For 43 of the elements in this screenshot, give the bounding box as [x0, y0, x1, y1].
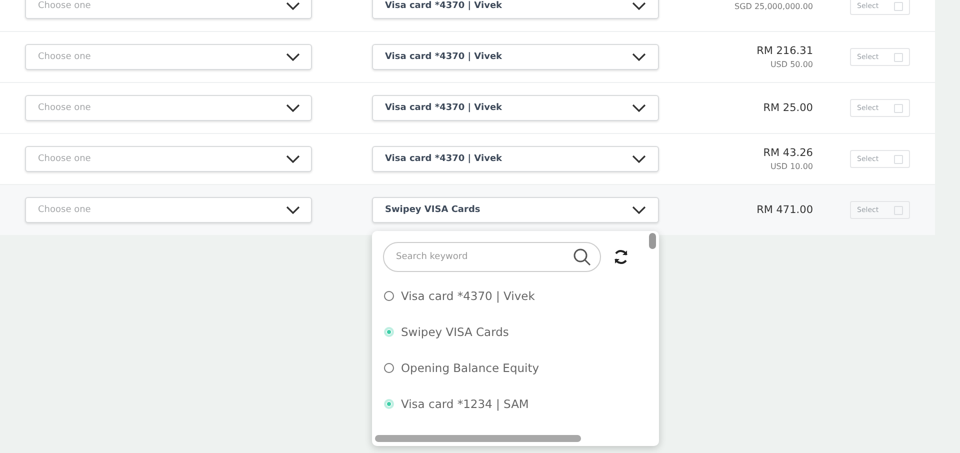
refresh-icon[interactable] [613, 249, 629, 265]
dropdown-option[interactable]: Opening Balance Equity [372, 350, 659, 386]
account-dropdown[interactable]: Choose one [25, 44, 312, 70]
chevron-down-icon [286, 104, 300, 112]
search-icon [573, 248, 591, 266]
payment-dropdown[interactable]: Visa card *4370 | Vivek [372, 146, 659, 172]
account-dropdown[interactable]: Choose one [25, 146, 312, 172]
chevron-down-icon [632, 155, 646, 163]
dropdown-option[interactable]: Swipey VISA Cards [372, 314, 659, 350]
chevron-down-icon [286, 53, 300, 61]
checkbox[interactable] [894, 104, 903, 112]
chevron-down-icon [632, 104, 646, 112]
chevron-down-icon [286, 2, 300, 10]
checkbox[interactable] [894, 154, 903, 164]
foreign-amount-text: USD 10.00 [770, 162, 813, 171]
chevron-down-icon [286, 155, 300, 163]
account-dropdown[interactable]: Choose one [25, 0, 312, 19]
chevron-down-icon [632, 53, 646, 61]
amount-text: RM 216.31 [756, 45, 813, 57]
payment-dropdown[interactable]: Visa card *4370 | Vivek [372, 95, 659, 121]
scrollbar[interactable] [649, 233, 656, 249]
chevron-down-icon [632, 206, 646, 214]
account-dropdown[interactable]: Choose one [25, 95, 312, 121]
checkbox[interactable] [894, 206, 903, 214]
radio-button[interactable] [384, 291, 394, 301]
foreign-amount-text: SGD 25,000,000.00 [734, 2, 813, 10]
checkbox[interactable] [894, 52, 903, 62]
scrollbar[interactable] [375, 435, 581, 442]
payment-dropdown[interactable]: Swipey VISA Cards [372, 197, 659, 223]
search-field[interactable]: Search keyword [383, 242, 601, 272]
chevron-down-icon [286, 206, 300, 214]
payment-dropdown[interactable]: Visa card *4370 | Vivek [372, 0, 659, 19]
chevron-down-icon [632, 2, 646, 10]
dropdown-option[interactable]: Visa card *4370 | Vivek [372, 278, 659, 314]
checkbox[interactable] [894, 2, 903, 10]
foreign-amount-text: USD 50.00 [770, 60, 813, 69]
account-dropdown[interactable]: Choose one [25, 197, 312, 223]
amount-text: RM 471.00 [756, 204, 813, 216]
radio-button[interactable] [384, 363, 394, 373]
amount-text: RM 25.00 [763, 102, 813, 114]
dropdown-option[interactable]: Visa card *1234 | SAM [372, 386, 659, 422]
payment-dropdown[interactable]: Visa card *4370 | Vivek [372, 44, 659, 70]
amount-text: RM 43.26 [763, 147, 813, 159]
